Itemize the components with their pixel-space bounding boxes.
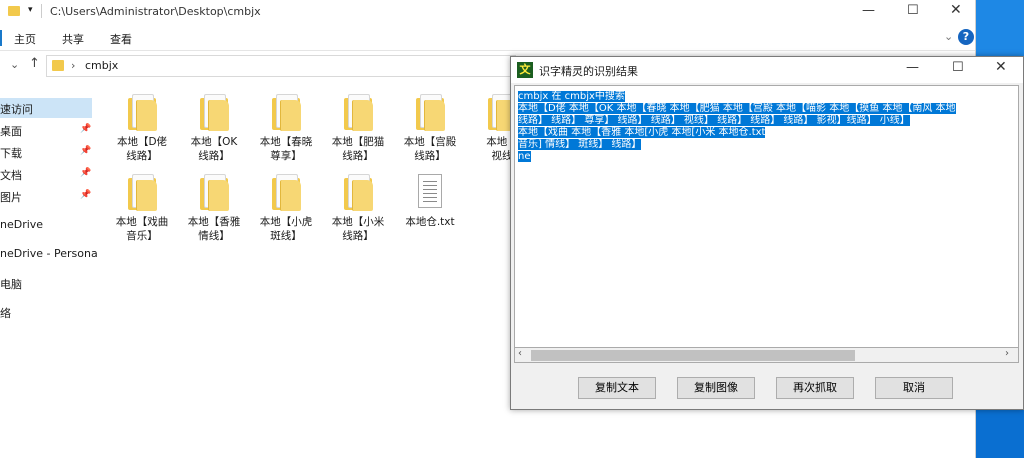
title-divider xyxy=(41,4,42,18)
tab-view[interactable]: 查看 xyxy=(110,31,132,47)
pin-icon: 📌 xyxy=(80,124,92,134)
nav-item-label: 电脑 xyxy=(0,278,22,291)
file-name: 线路】 xyxy=(198,150,230,162)
file-name: 斑线】 xyxy=(270,230,302,242)
folder-icon xyxy=(414,94,446,132)
text-file-icon xyxy=(414,174,446,212)
folder-item[interactable]: 本地【春晓 尊享】 xyxy=(250,94,322,163)
nav-item-label: 图片 xyxy=(0,191,22,204)
file-name: 本地仓.txt xyxy=(405,216,455,228)
back-chevron-icon[interactable]: ⌄ xyxy=(10,58,19,71)
nav-item-label: 下载 xyxy=(0,147,22,160)
file-name: 线路】 xyxy=(414,150,446,162)
cancel-button[interactable]: 取消 xyxy=(875,377,953,399)
nav-item-label: 桌面 xyxy=(0,125,22,138)
file-name: 本地【香雅 xyxy=(187,216,241,228)
folder-item[interactable]: 本地【D佬线路】 xyxy=(106,94,178,163)
scroll-right-icon[interactable]: › xyxy=(1005,348,1009,359)
ocr-result-dialog: 文 识字精灵的识别结果 — ☐ ✕ cmbjx 在 cmbjx中搜索 本地【D佬… xyxy=(510,56,1024,410)
tab-share[interactable]: 共享 xyxy=(62,31,84,47)
horizontal-scrollbar[interactable]: ‹ › xyxy=(514,347,1019,363)
pin-icon: 📌 xyxy=(80,146,92,156)
ribbon: 主页 共享 查看 ⌄ ? xyxy=(0,26,976,51)
quick-access-dropdown-icon[interactable]: ▾ xyxy=(28,5,33,15)
copy-image-button[interactable]: 复制图像 xyxy=(677,377,755,399)
file-name: 尊享】 xyxy=(270,150,302,162)
text-file-item[interactable]: 本地仓.txt xyxy=(394,174,466,229)
folder-icon xyxy=(342,94,374,132)
dialog-close-button[interactable]: ✕ xyxy=(995,59,1007,75)
nav-item-label: neDrive - Persona xyxy=(0,247,98,260)
file-tab-marker[interactable] xyxy=(0,30,2,46)
nav-item-label: 速访问 xyxy=(0,103,33,116)
file-name: 本地【小虎 xyxy=(259,216,313,228)
file-name: 情线】 xyxy=(198,230,230,242)
ocr-text-area[interactable]: cmbjx 在 cmbjx中搜索 本地【D佬 本地【OK 本地【春晓 本地【肥猫… xyxy=(514,85,1019,363)
address-bar[interactable]: › cmbjx xyxy=(46,55,516,77)
folder-icon xyxy=(198,174,230,212)
close-button[interactable]: ✕ xyxy=(950,2,962,18)
expand-ribbon-icon[interactable]: ⌄ xyxy=(944,30,953,43)
folder-icon xyxy=(270,174,302,212)
maximize-button[interactable]: ☐ xyxy=(907,3,919,18)
ocr-line: 音乐] 情线】 斑线】 线路】 xyxy=(518,139,642,150)
file-name: 本地【D佬 xyxy=(116,136,168,148)
nav-item-label: neDrive xyxy=(0,218,44,231)
file-name: 本地【宫殿 xyxy=(403,136,457,148)
folder-item[interactable]: 本地【OK 线路】 xyxy=(178,94,250,163)
folder-icon xyxy=(8,6,20,16)
file-name: 本地【戏曲 xyxy=(115,216,169,228)
copy-text-button[interactable]: 复制文本 xyxy=(578,377,656,399)
dialog-title: 识字精灵的识别结果 xyxy=(539,65,638,78)
help-icon[interactable]: ? xyxy=(958,29,974,45)
dialog-minimize-button[interactable]: — xyxy=(906,60,919,75)
dialog-titlebar: 文 识字精灵的识别结果 — ☐ ✕ xyxy=(511,57,1023,83)
folder-item[interactable]: 本地【小虎 斑线】 xyxy=(250,174,322,243)
breadcrumb-folder[interactable]: cmbjx xyxy=(85,59,118,72)
file-name: 音乐】 xyxy=(126,230,158,242)
folder-icon xyxy=(126,174,158,212)
tab-home[interactable]: 主页 xyxy=(14,31,36,47)
minimize-button[interactable]: — xyxy=(862,3,875,18)
folder-icon xyxy=(126,94,158,132)
file-name: 本地【春晓 xyxy=(259,136,313,148)
up-arrow-icon[interactable]: ↑ xyxy=(29,56,40,71)
folder-icon xyxy=(52,60,64,71)
app-icon: 文 xyxy=(517,62,533,78)
file-name: 本地【肥猫 xyxy=(331,136,385,148)
folder-item[interactable]: 本地【小米 线路】 xyxy=(322,174,394,243)
folder-item[interactable]: 本地【香雅 情线】 xyxy=(178,174,250,243)
file-name: 线路】 xyxy=(342,230,374,242)
scrollbar-thumb[interactable] xyxy=(531,350,855,361)
folder-icon xyxy=(270,94,302,132)
file-name: 线路】 xyxy=(342,150,374,162)
nav-item-label: 文档 xyxy=(0,169,22,182)
pin-icon: 📌 xyxy=(80,168,92,178)
folder-item[interactable]: 本地【肥猫 线路】 xyxy=(322,94,394,163)
scroll-left-icon[interactable]: ‹ xyxy=(518,348,522,359)
file-name: 线路】 xyxy=(126,150,158,162)
file-name: 本地【小米 xyxy=(331,216,385,228)
folder-icon xyxy=(198,94,230,132)
explorer-titlebar: ▾ C:\Users\Administrator\Desktop\cmbjx —… xyxy=(0,0,976,26)
breadcrumb-chevron-icon: › xyxy=(71,59,76,72)
recapture-button[interactable]: 再次抓取 xyxy=(776,377,854,399)
ocr-line: ne xyxy=(518,151,531,162)
window-path-title: C:\Users\Administrator\Desktop\cmbjx xyxy=(50,5,261,18)
folder-item[interactable]: 本地【宫殿 线路】 xyxy=(394,94,466,163)
pin-icon: 📌 xyxy=(80,190,92,200)
folder-item[interactable]: 本地【戏曲 音乐】 xyxy=(106,174,178,243)
file-name: 本地【OK xyxy=(190,136,238,148)
dialog-maximize-button[interactable]: ☐ xyxy=(952,60,964,75)
folder-icon xyxy=(342,174,374,212)
nav-item-label: 络 xyxy=(0,307,11,320)
